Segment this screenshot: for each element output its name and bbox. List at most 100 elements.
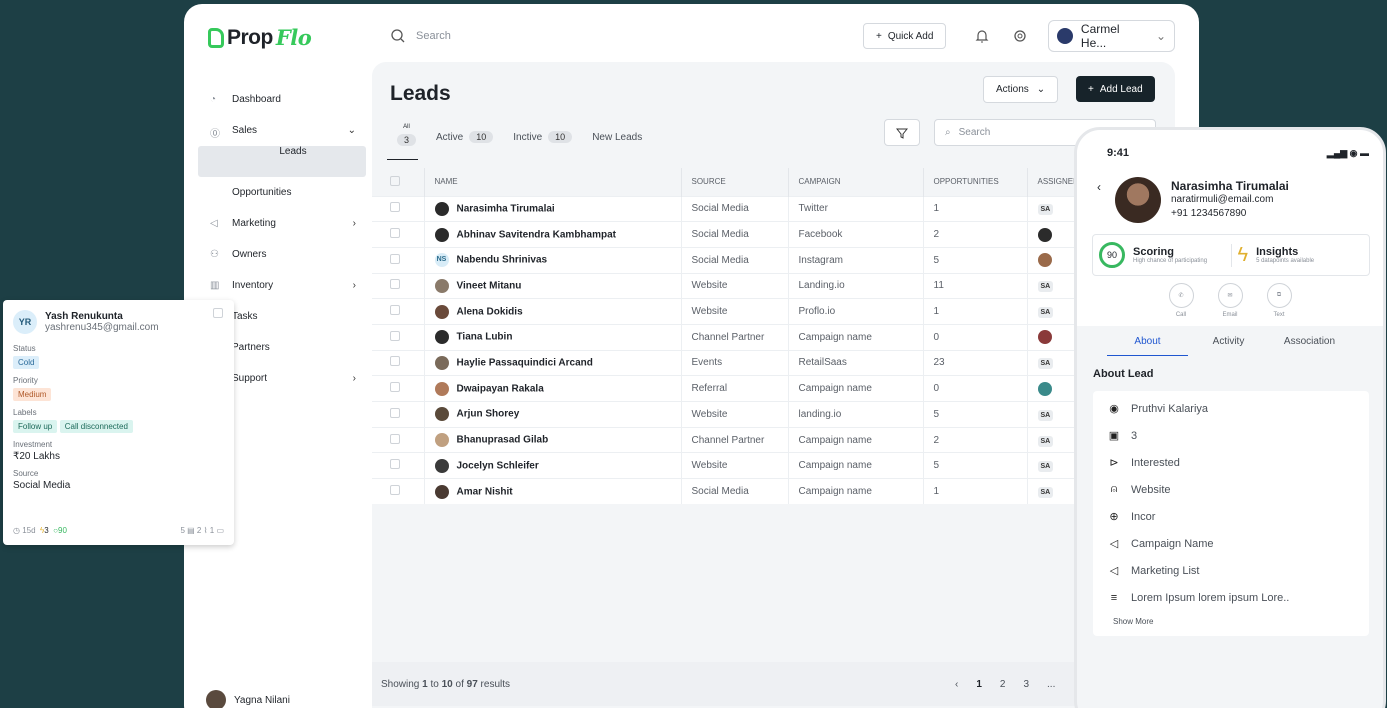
tab-activity[interactable]: Activity xyxy=(1188,336,1269,356)
chevron-left-icon[interactable]: ‹ xyxy=(955,679,958,690)
brand-logo[interactable]: Prop Flo xyxy=(208,25,312,50)
about-value: Pruthvi Kalariya xyxy=(1131,402,1209,415)
tab-association[interactable]: Association xyxy=(1269,336,1350,356)
insights-section[interactable]: ϟ Insights 5 datapoints available xyxy=(1230,243,1370,267)
assignee-badge: SA xyxy=(1037,409,1054,421)
row-checkbox[interactable] xyxy=(390,305,400,316)
filter-button[interactable] xyxy=(884,119,920,146)
avatar xyxy=(206,690,226,708)
row-checkbox[interactable] xyxy=(390,279,400,290)
assignee-badge: SA xyxy=(1037,487,1054,499)
name-cell[interactable]: Vineet Mitanu xyxy=(424,272,682,299)
signal-battery-icon: ▂▄▆ ◉ ▬ xyxy=(1326,148,1369,158)
footer-user[interactable]: Yagna Nilani xyxy=(206,690,290,708)
call-label: Call xyxy=(1175,312,1187,318)
table-row[interactable]: Vineet Mitanu Website Landing.io 11 SA xyxy=(372,272,1175,299)
quick-actions: ✆ Call ✉ Email ⧉ Text xyxy=(1077,283,1383,318)
row-checkbox[interactable] xyxy=(390,356,400,367)
name-cell[interactable]: Dwaipayan Rakala xyxy=(424,375,682,402)
call-button[interactable]: ✆ Call xyxy=(1168,283,1194,318)
table-row[interactable]: Alena Dokidis Website Proflo.io 1 SA xyxy=(372,298,1175,325)
table-row[interactable]: Bhanuprasad Gilab Channel Partner Campai… xyxy=(372,426,1175,453)
sidebar-item-dashboard[interactable]: ◔ Dashboard xyxy=(198,84,366,115)
sidebar-item-marketing[interactable]: ◁ Marketing › xyxy=(198,208,366,239)
table-row[interactable]: NS Nabendu Shrinivas Social Media Instagr… xyxy=(372,246,1175,274)
table-row[interactable]: Tiana Lubin Channel Partner Campaign nam… xyxy=(372,323,1175,351)
campaign-cell: Campaign name xyxy=(788,375,924,402)
tab-inactive[interactable]: Inctive 10 xyxy=(513,124,573,150)
tab-active[interactable]: Active 10 xyxy=(436,124,494,150)
checkbox-cell xyxy=(372,298,425,325)
show-more-link[interactable]: Show More xyxy=(1113,611,1355,632)
back-arrow-icon[interactable]: ‹ xyxy=(1097,180,1101,194)
source-cell: Referral xyxy=(681,375,789,402)
column-header[interactable]: CAMPAIGN xyxy=(788,168,924,196)
opportunities-cell: 0 xyxy=(923,323,1028,351)
avatar xyxy=(434,484,449,499)
name-cell[interactable]: Jocelyn Schleifer xyxy=(424,452,682,479)
row-checkbox[interactable] xyxy=(390,407,400,418)
actions-dropdown[interactable]: Actions ⌄ xyxy=(983,76,1059,103)
card-email: yashrenu345@gmail.com xyxy=(45,322,159,333)
scoring-section[interactable]: 90 Scoring High chance of participating xyxy=(1093,242,1231,268)
page-number[interactable]: 3 xyxy=(1023,679,1029,690)
name-cell[interactable]: Narasimha Tirumalai xyxy=(424,195,682,222)
about-count: ▣ 3 xyxy=(1107,422,1355,449)
comment-icon: ▭ xyxy=(216,526,224,535)
sidebar-item-owners[interactable]: ⚇ Owners xyxy=(198,239,366,270)
email-button[interactable]: ✉ Email xyxy=(1217,283,1243,318)
row-checkbox[interactable] xyxy=(390,202,400,213)
user-menu[interactable]: Carmel He... ⌄ xyxy=(1048,20,1175,52)
row-checkbox[interactable] xyxy=(390,330,400,341)
table-row[interactable]: Narasimha Tirumalai Social Media Twitter… xyxy=(372,195,1175,222)
row-checkbox[interactable] xyxy=(390,253,400,264)
row-checkbox[interactable] xyxy=(390,459,400,470)
column-header[interactable]: NAME xyxy=(424,168,682,196)
name-cell[interactable]: Tiana Lubin xyxy=(424,323,682,351)
card-checkbox[interactable] xyxy=(213,308,223,318)
name-cell[interactable]: Abhinav Savitendra Kambhampat xyxy=(424,221,682,248)
table-row[interactable]: Abhinav Savitendra Kambhampat Social Med… xyxy=(372,221,1175,248)
column-header[interactable]: SOURCE xyxy=(681,168,789,196)
table-row[interactable]: Arjun Shorey Website landing.io 5 SA xyxy=(372,401,1175,428)
range-from: 1 xyxy=(422,678,428,690)
name-cell[interactable]: Haylie Passaquindici Arcand xyxy=(424,349,682,376)
opportunities-cell: 1 xyxy=(923,195,1028,222)
chevron-right-icon: › xyxy=(352,280,356,291)
page-number[interactable]: 1 xyxy=(976,679,982,690)
add-lead-button[interactable]: + Add Lead xyxy=(1076,76,1155,102)
sidebar-item-leads[interactable]: Leads xyxy=(198,146,366,177)
name-cell[interactable]: NS Nabendu Shrinivas xyxy=(424,246,682,274)
global-search[interactable]: Search xyxy=(390,28,451,44)
name-cell[interactable]: Alena Dokidis xyxy=(424,298,682,325)
name-cell[interactable]: Bhanuprasad Gilab xyxy=(424,426,682,453)
tab-all[interactable]: All 3 xyxy=(386,124,419,160)
quick-add-button[interactable]: + Quick Add xyxy=(863,23,947,49)
assignee-avatar xyxy=(1037,253,1052,268)
tab-new-leads[interactable]: New Leads xyxy=(592,124,642,150)
sidebar-item-inventory[interactable]: ▥ Inventory › xyxy=(198,270,366,301)
table-row[interactable]: Haylie Passaquindici Arcand Events Retai… xyxy=(372,349,1175,376)
page-number[interactable]: 2 xyxy=(1000,679,1006,690)
table-row[interactable]: Amar Nishit Social Media Campaign name 1… xyxy=(372,478,1175,505)
select-all-checkbox[interactable] xyxy=(390,175,400,186)
sidebar-item-sales[interactable]: ⓪ Sales ⌄ xyxy=(198,115,366,146)
text-button[interactable]: ⧉ Text xyxy=(1266,283,1292,318)
sidebar-item-label: Inventory xyxy=(232,280,274,291)
column-header[interactable]: OPPORTUNITIES xyxy=(923,168,1028,196)
row-checkbox[interactable] xyxy=(390,228,400,239)
bell-icon[interactable] xyxy=(975,28,989,49)
sidebar-item-opportunities[interactable]: Opportunities xyxy=(198,177,366,208)
lead-name: Arjun Shorey xyxy=(456,408,520,420)
table-row[interactable]: Jocelyn Schleifer Website Campaign name … xyxy=(372,452,1175,479)
name-cell[interactable]: Arjun Shorey xyxy=(424,401,682,428)
table-row[interactable]: Dwaipayan Rakala Referral Campaign name … xyxy=(372,375,1175,402)
row-checkbox[interactable] xyxy=(390,433,400,444)
quick-add-label: Quick Add xyxy=(887,30,934,42)
tab-about[interactable]: About xyxy=(1107,336,1188,356)
row-checkbox[interactable] xyxy=(390,382,400,393)
lead-card[interactable]: YR Yash Renukunta yashrenu345@gmail.com St… xyxy=(3,300,234,545)
row-checkbox[interactable] xyxy=(390,485,400,496)
gear-icon[interactable] xyxy=(1012,28,1028,49)
name-cell[interactable]: Amar Nishit xyxy=(424,478,682,505)
